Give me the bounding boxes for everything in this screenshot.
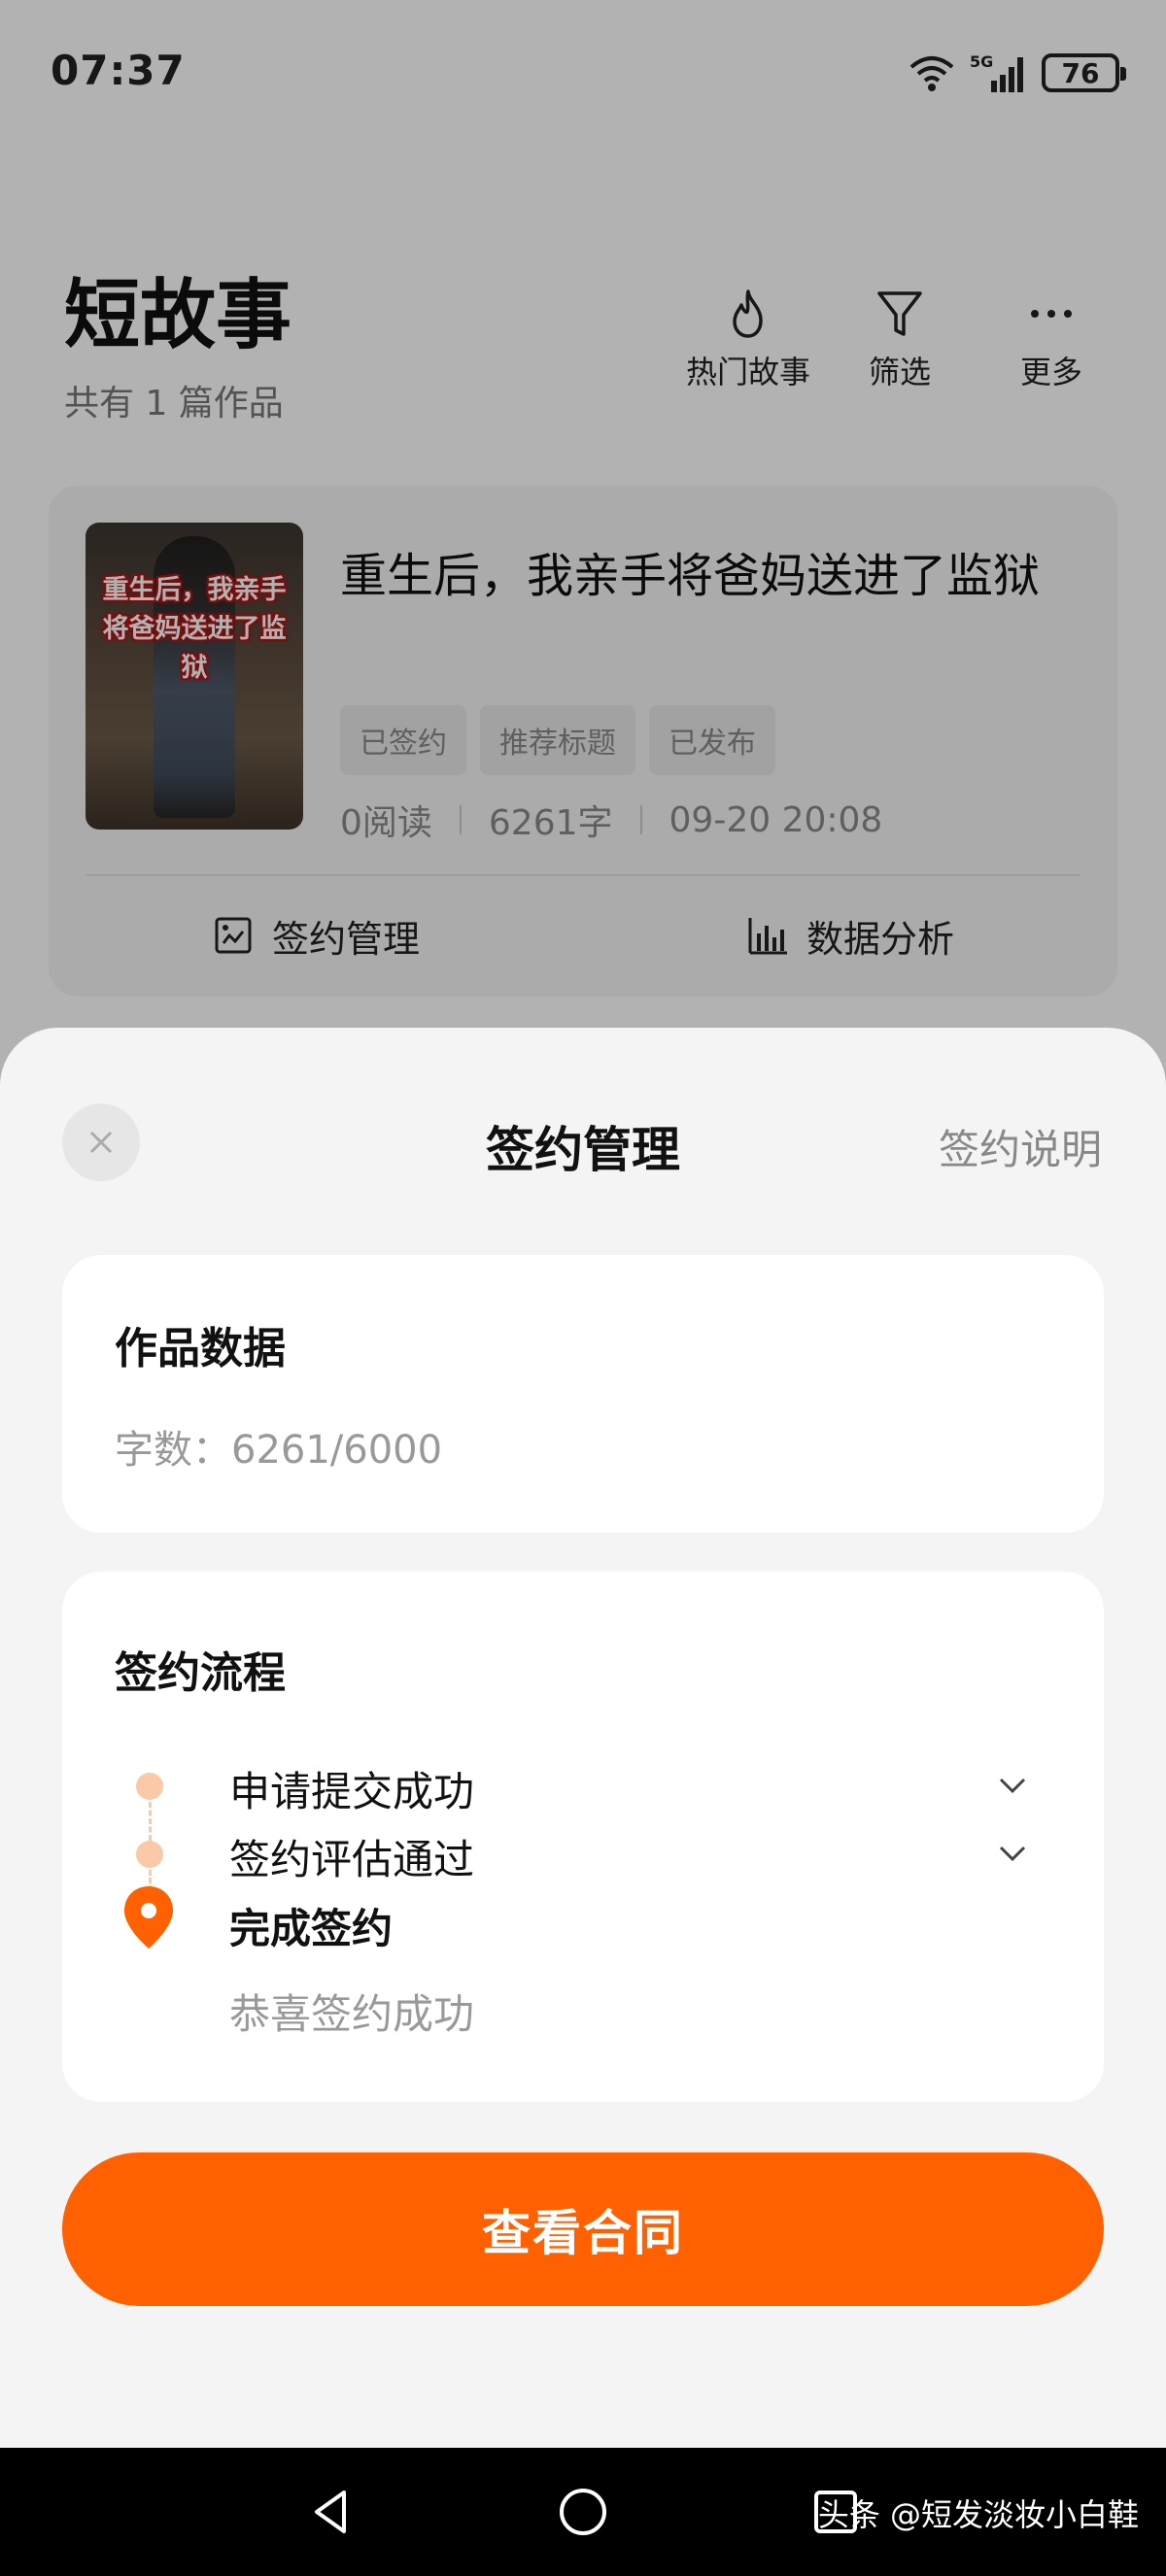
back-icon[interactable] <box>303 2483 361 2541</box>
step-label: 签约评估通过 <box>229 1836 475 1883</box>
system-navigation-bar: 头条 @短发淡妆小白鞋 <box>0 2448 1166 2576</box>
step-label-current: 完成签约 <box>229 1905 394 1952</box>
word-count-progress: 字数：6261/6000 <box>115 1428 443 1473</box>
chevron-down-icon[interactable] <box>995 1836 1030 1871</box>
contract-success-note: 恭喜签约成功 <box>229 1990 475 2038</box>
step-dot-done <box>136 1773 163 1800</box>
app-screen: 07:37 5G 76 短故事 共有 1 篇作品 热门故事 筛选 更多 重生后，… <box>0 0 1166 2448</box>
contract-help-link[interactable]: 签约说明 <box>939 1117 1102 1176</box>
watermark: 头条 @短发淡妆小白鞋 <box>817 2496 1139 2533</box>
contract-flow-panel: 签约流程 申请提交成功 签约评估通过 完成签约 恭喜签约成功 <box>62 1572 1104 2102</box>
step-label: 申请提交成功 <box>229 1768 475 1815</box>
step-dot-done <box>136 1841 163 1868</box>
chevron-down-icon[interactable] <box>995 1768 1030 1803</box>
home-icon[interactable] <box>554 2483 612 2541</box>
step-connector <box>149 1802 152 1841</box>
work-data-heading: 作品数据 <box>115 1324 286 1373</box>
work-data-panel: 作品数据 字数：6261/6000 <box>62 1255 1104 1533</box>
contract-bottom-sheet: 签约管理 签约说明 作品数据 字数：6261/6000 签约流程 申请提交成功 … <box>0 1028 1166 2448</box>
view-contract-button[interactable]: 查看合同 <box>62 2152 1104 2306</box>
location-pin-icon <box>124 1886 173 1949</box>
contract-flow-heading: 签约流程 <box>115 1648 286 1698</box>
